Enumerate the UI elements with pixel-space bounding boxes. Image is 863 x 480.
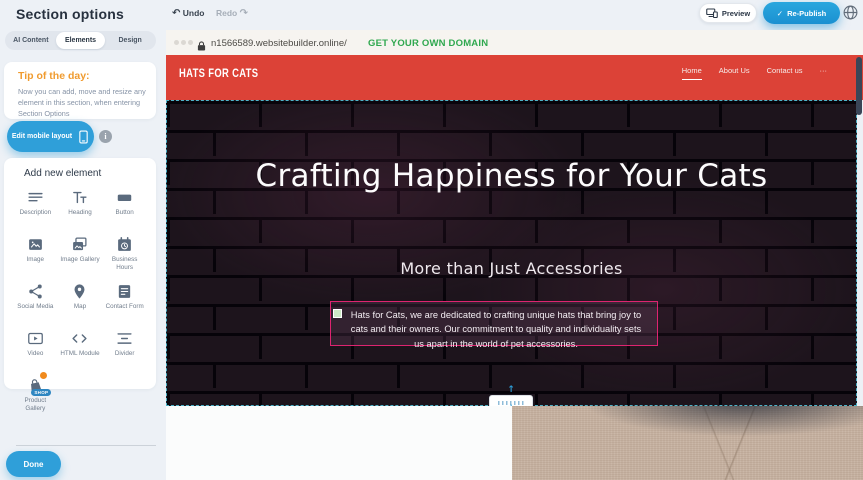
tip-of-the-day-card: Tip of the day: Now you can add, move an… <box>4 62 156 119</box>
preview-scrollbar[interactable] <box>856 57 862 115</box>
contact-form-icon <box>116 282 134 300</box>
devices-icon <box>706 8 718 18</box>
nav-more-icon[interactable]: ··· <box>820 66 828 79</box>
element-label: HTML Module <box>60 350 99 358</box>
product-gallery-icon: SHOP <box>26 376 44 394</box>
add-element-button[interactable]: Button <box>102 188 147 226</box>
add-element-image[interactable]: Image <box>13 235 58 273</box>
element-label: Contact Form <box>106 303 144 311</box>
add-element-divider[interactable]: Divider <box>102 329 147 367</box>
element-label: Divider <box>115 350 135 358</box>
site-header: HATS FOR CATS Home About Us Contact us ·… <box>166 55 863 100</box>
video-icon <box>26 329 44 347</box>
map-icon <box>71 282 89 300</box>
phone-icon <box>78 130 89 144</box>
edit-mobile-layout-button[interactable]: Edit mobile layout <box>7 121 94 152</box>
edit-mobile-label: Edit mobile layout <box>12 133 72 140</box>
tip-title: Tip of the day: <box>18 70 90 82</box>
add-element-social-media[interactable]: Social Media <box>13 282 58 320</box>
app-window: Section options ↶ Undo Redo ↷ Preview ✓ … <box>0 0 863 480</box>
preview-button[interactable]: Preview <box>699 3 757 23</box>
sidebar-divider <box>16 445 156 446</box>
add-element-map[interactable]: Map <box>58 282 103 320</box>
info-glyph: i <box>104 132 106 141</box>
site-url[interactable]: n1566589.websitebuilder.online/ <box>211 38 347 49</box>
add-element-contact-form[interactable]: Contact Form <box>102 282 147 320</box>
image-icon <box>26 235 44 253</box>
element-label: Image <box>27 256 45 264</box>
element-label: Image Gallery <box>60 256 99 264</box>
browser-bar: n1566589.websitebuilder.online/ GET YOUR… <box>166 30 863 55</box>
add-element-video[interactable]: Video <box>13 329 58 367</box>
resize-arrow-up-icon: ↑ <box>506 385 516 395</box>
element-label: Map <box>74 303 86 311</box>
add-element-image-gallery[interactable]: Image Gallery <box>58 235 103 273</box>
description-icon <box>26 188 44 206</box>
element-label: Description <box>20 209 52 217</box>
button-icon <box>116 188 134 206</box>
selection-handle[interactable] <box>333 309 342 318</box>
redo-label: Redo <box>216 8 237 18</box>
tab-design[interactable]: Design <box>105 32 155 49</box>
hero-paragraph: Hats for Cats, we are dedicated to craft… <box>345 308 647 351</box>
hero-subheading[interactable]: More than Just Accessories <box>167 259 856 278</box>
selected-text-box[interactable]: Hats for Cats, we are dedicated to craft… <box>330 301 658 346</box>
nav-home[interactable]: Home <box>682 66 702 80</box>
browser-dot <box>181 40 186 45</box>
hero-section[interactable]: Crafting Happiness for Your Cats More th… <box>166 100 857 406</box>
new-badge-dot <box>39 371 48 380</box>
nav-about-us[interactable]: About Us <box>719 66 750 79</box>
page-title: Section options <box>16 6 124 22</box>
lock-icon <box>197 38 206 48</box>
add-element-description[interactable]: Description <box>13 188 58 226</box>
site-nav: Home About Us Contact us ··· <box>682 66 827 80</box>
element-label: Social Media <box>17 303 53 311</box>
undo-label: Undo <box>183 8 205 18</box>
sidebar-tabs: AI Content Elements Design <box>5 31 156 50</box>
element-label: Button <box>116 209 134 217</box>
undo-button[interactable]: ↶ Undo <box>172 8 204 19</box>
tab-ai-content[interactable]: AI Content <box>6 32 56 49</box>
element-label: Business Hours <box>105 256 145 272</box>
hero-heading[interactable]: Crafting Happiness for Your Cats <box>252 156 772 196</box>
preview-label: Preview <box>722 9 750 18</box>
next-section-photo[interactable] <box>512 406 863 480</box>
republish-label: Re-Publish <box>787 9 826 18</box>
done-button[interactable]: Done <box>6 451 61 477</box>
tip-body: Now you can add, move and resize any ele… <box>18 87 146 120</box>
next-section-background[interactable] <box>166 406 512 480</box>
element-label: Heading <box>68 209 91 217</box>
add-element-heading[interactable]: Heading <box>58 188 103 226</box>
element-label: Product Gallery <box>15 397 55 413</box>
redo-icon: ↷ <box>240 8 248 19</box>
add-element-title: Add new element <box>24 168 101 179</box>
site-logo[interactable]: HATS FOR CATS <box>179 68 258 80</box>
republish-button[interactable]: ✓ Re-Publish <box>763 2 840 24</box>
get-domain-link[interactable]: GET YOUR OWN DOMAIN <box>368 38 488 49</box>
add-element-business-hours[interactable]: Business Hours <box>102 235 147 273</box>
shop-badge: SHOP <box>31 389 51 396</box>
undo-icon: ↶ <box>172 8 180 19</box>
nav-contact-us[interactable]: Contact us <box>767 66 803 79</box>
add-element-panel: Add new element Description Heading Butt… <box>4 158 156 389</box>
divider-icon <box>116 329 134 347</box>
browser-dot <box>174 40 179 45</box>
element-grid: Description Heading Button Image Image G… <box>13 188 147 414</box>
heading-icon <box>71 188 89 206</box>
check-icon: ✓ <box>777 9 783 18</box>
image-gallery-icon <box>71 235 89 253</box>
language-globe-icon[interactable] <box>842 4 859 21</box>
business-hours-icon <box>116 235 134 253</box>
html-module-icon <box>71 329 89 347</box>
redo-button[interactable]: Redo ↷ <box>216 8 248 19</box>
info-icon[interactable]: i <box>99 130 112 143</box>
add-element-product-gallery[interactable]: SHOP Product Gallery <box>13 376 58 414</box>
tab-elements[interactable]: Elements <box>56 32 106 49</box>
browser-dot <box>188 40 193 45</box>
social-media-icon <box>26 282 44 300</box>
add-element-html-module[interactable]: HTML Module <box>58 329 103 367</box>
element-label: Video <box>27 350 43 358</box>
